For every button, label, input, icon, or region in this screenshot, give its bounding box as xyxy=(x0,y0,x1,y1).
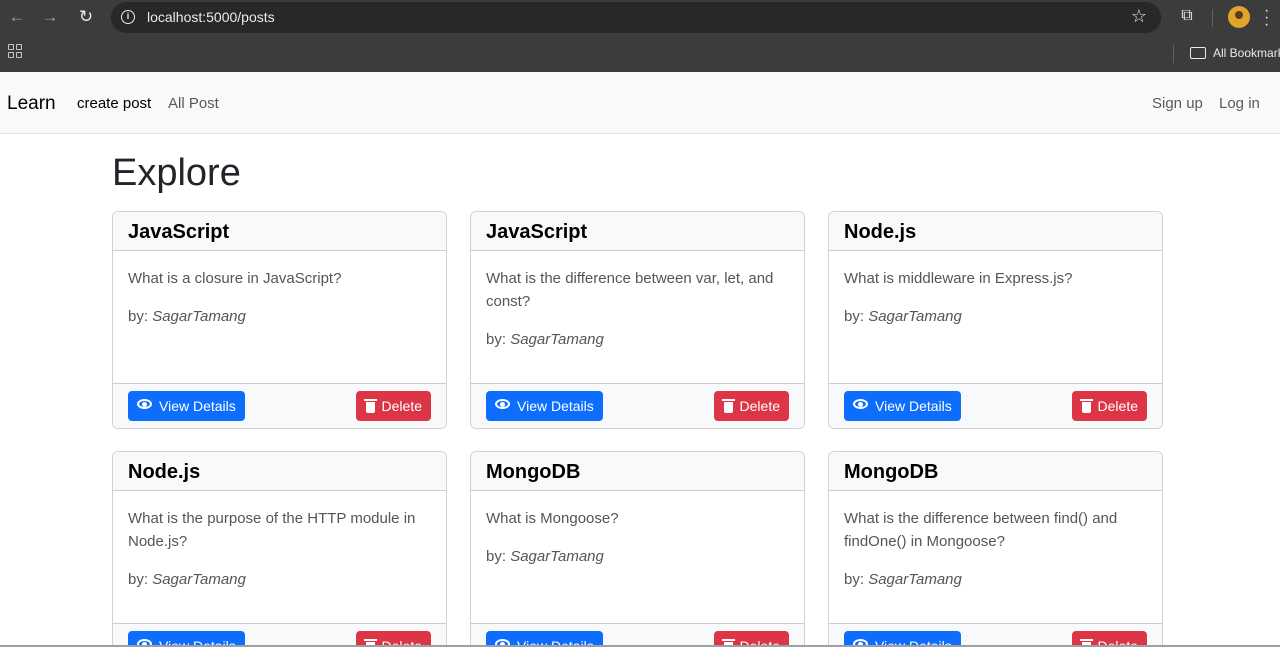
author-name: SagarTamang xyxy=(868,308,962,325)
card-author-line: by: SagarTamang xyxy=(128,306,431,328)
bookmarks-bar: All Bookmarks xyxy=(0,35,1280,72)
toolbar-divider xyxy=(1212,9,1213,27)
nav-link-all-post[interactable]: All Post xyxy=(168,95,219,112)
card-author-line: by: SagarTamang xyxy=(844,306,1147,328)
author-name: SagarTamang xyxy=(152,571,246,588)
nav-link-sign-up[interactable]: Sign up xyxy=(1152,95,1203,112)
card-question: What is a closure in JavaScript? xyxy=(128,270,342,287)
card-body: What is middleware in Express.js? by: Sa… xyxy=(829,251,1162,383)
trash-icon xyxy=(1079,399,1093,413)
all-bookmarks-link[interactable]: All Bookmarks xyxy=(1213,46,1280,60)
post-card: Node.js What is middleware in Express.js… xyxy=(828,211,1163,429)
card-category: Node.js xyxy=(113,452,446,491)
card-category: MongoDB xyxy=(829,452,1162,491)
author-name: SagarTamang xyxy=(510,331,604,348)
eye-icon xyxy=(495,399,510,409)
delete-label: Delete xyxy=(739,398,780,414)
post-card: JavaScript What is the difference betwee… xyxy=(470,211,805,429)
browser-toolbar: ← → ↻ i localhost:5000/posts ☆ ⧉ · · · xyxy=(0,0,1280,35)
post-card: JavaScript What is a closure in JavaScri… xyxy=(112,211,447,429)
card-footer: View Details Delete xyxy=(471,383,804,428)
card-body: What is the difference between find() an… xyxy=(829,491,1162,623)
trash-icon xyxy=(363,399,377,413)
nav-link-create-post[interactable]: create post xyxy=(77,95,151,112)
by-label: by: xyxy=(486,331,507,348)
view-details-button[interactable]: View Details xyxy=(486,391,603,421)
delete-button[interactable]: Delete xyxy=(355,391,431,421)
extensions-icon[interactable]: ⧉ xyxy=(1177,7,1197,27)
author-name: SagarTamang xyxy=(510,548,604,565)
card-author-line: by: SagarTamang xyxy=(486,329,789,351)
post-card: MongoDB What is the difference between f… xyxy=(828,451,1163,647)
author-name: SagarTamang xyxy=(868,571,962,588)
reload-icon[interactable]: ↻ xyxy=(75,6,97,28)
card-footer: View Details Delete xyxy=(113,623,446,647)
folder-icon xyxy=(1190,47,1206,59)
card-category: MongoDB xyxy=(471,452,804,491)
delete-button[interactable]: Delete xyxy=(1071,391,1147,421)
card-body: What is a closure in JavaScript? by: Sag… xyxy=(113,251,446,383)
page-title: Explore xyxy=(112,152,241,194)
apps-grid-icon[interactable] xyxy=(8,44,22,58)
eye-icon xyxy=(853,399,868,409)
card-author-line: by: SagarTamang xyxy=(128,569,431,591)
trash-icon xyxy=(721,399,735,413)
delete-label: Delete xyxy=(381,398,422,414)
card-footer: View Details Delete xyxy=(113,383,446,428)
back-arrow-icon[interactable]: ← xyxy=(6,6,28,28)
url-text[interactable]: localhost:5000/posts xyxy=(147,9,275,25)
view-details-label: View Details xyxy=(517,398,594,414)
browser-chrome: ← → ↻ i localhost:5000/posts ☆ ⧉ · · · All… xyxy=(0,0,1280,72)
post-card: MongoDB What is Mongoose? by: SagarTaman… xyxy=(470,451,805,647)
navbar-brand[interactable]: Learn xyxy=(7,93,56,115)
card-category: Node.js xyxy=(829,212,1162,251)
view-details-button[interactable]: View Details xyxy=(844,391,961,421)
card-question: What is Mongoose? xyxy=(486,510,619,527)
author-name: SagarTamang xyxy=(152,308,246,325)
delete-label: Delete xyxy=(1097,398,1138,414)
card-question: What is middleware in Express.js? xyxy=(844,270,1073,287)
card-author-line: by: SagarTamang xyxy=(486,546,789,568)
forward-arrow-icon[interactable]: → xyxy=(39,6,61,28)
card-body: What is the purpose of the HTTP module i… xyxy=(113,491,446,623)
card-footer: View Details Delete xyxy=(829,623,1162,647)
view-details-button[interactable]: View Details xyxy=(128,391,245,421)
card-question: What is the purpose of the HTTP module i… xyxy=(128,510,416,550)
view-details-label: View Details xyxy=(875,398,952,414)
card-body: What is the difference between var, let,… xyxy=(471,251,804,383)
post-card: Node.js What is the purpose of the HTTP … xyxy=(112,451,447,647)
by-label: by: xyxy=(844,571,865,588)
card-footer: View Details Delete xyxy=(829,383,1162,428)
by-label: by: xyxy=(128,571,149,588)
by-label: by: xyxy=(128,308,149,325)
navbar: Learn create post All Post Sign up Log i… xyxy=(0,72,1280,134)
by-label: by: xyxy=(844,308,865,325)
address-bar[interactable]: i localhost:5000/posts ☆ xyxy=(111,2,1161,33)
nav-link-log-in[interactable]: Log in xyxy=(1219,95,1260,112)
bookmarks-divider xyxy=(1173,45,1174,63)
delete-button[interactable]: Delete xyxy=(713,391,789,421)
profile-avatar[interactable] xyxy=(1228,6,1250,28)
by-label: by: xyxy=(486,548,507,565)
card-category: JavaScript xyxy=(113,212,446,251)
card-question: What is the difference between var, let,… xyxy=(486,270,774,310)
card-footer: View Details Delete xyxy=(471,623,804,647)
card-category: JavaScript xyxy=(471,212,804,251)
eye-icon xyxy=(137,399,152,409)
card-author-line: by: SagarTamang xyxy=(844,569,1147,591)
card-body: What is Mongoose? by: SagarTamang xyxy=(471,491,804,623)
site-info-icon[interactable]: i xyxy=(121,10,135,24)
more-menu-icon[interactable]: · · · xyxy=(1264,3,1274,33)
bookmark-star-icon[interactable]: ☆ xyxy=(1131,6,1147,27)
view-details-label: View Details xyxy=(159,398,236,414)
card-question: What is the difference between find() an… xyxy=(844,510,1118,550)
